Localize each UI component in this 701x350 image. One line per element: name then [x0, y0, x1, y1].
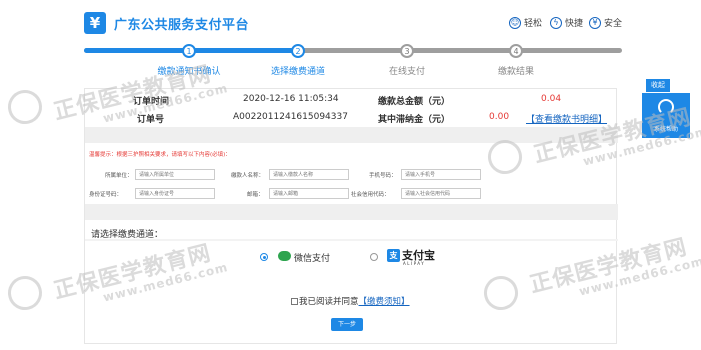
id-number-input[interactable]	[135, 188, 215, 199]
view-notice-link[interactable]: 【查看缴款书明细】	[526, 112, 607, 125]
site-title: 广东公共服务支付平台	[114, 18, 250, 33]
phone-input[interactable]	[401, 169, 481, 180]
order-time-row: 订单时间 2020-12-16 11:05:34 缴款总金额（元） 0.04	[85, 90, 618, 108]
alipay-icon: 支	[387, 249, 400, 262]
headset-icon	[658, 99, 674, 115]
required-notice: 温馨提示：根据三护照相关要求，请填写以下内容(必填)：	[89, 152, 231, 158]
wechat-radio[interactable]	[260, 253, 268, 261]
fee-notice-link[interactable]: 【缴费须知】	[359, 297, 410, 307]
alipay-sub-label: ALIPAY	[403, 261, 426, 266]
step-2-label: 选择缴费通道	[270, 67, 326, 77]
credit-code-input[interactable]	[401, 188, 481, 199]
order-id-value: A0022011241615094337	[233, 112, 348, 122]
system-help-label: 系统帮助	[653, 126, 678, 133]
agreement-text: 我已阅读并同意	[299, 297, 359, 307]
feature-label: 快捷	[565, 19, 584, 29]
order-id-label: 订单号	[137, 115, 165, 125]
divider-band	[85, 204, 618, 220]
total-amount-label: 缴款总金额（元）	[378, 97, 451, 107]
step-3-marker: 3	[400, 44, 414, 58]
site-header: ¥ 广东公共服务支付平台 ☺ 轻松 ϟ 快捷 ¥ 安全	[0, 0, 701, 40]
late-fee-value: 0.00	[489, 112, 510, 122]
payer-name-label: 缴款人名称：	[231, 173, 265, 179]
feature-label: 安全	[604, 19, 623, 29]
order-time-value: 2020-12-16 11:05:34	[243, 94, 339, 104]
step-4-label: 缴款结果	[497, 67, 535, 77]
step-1-label: 缴款通知书确认	[157, 67, 221, 77]
collapse-button[interactable]: 收起	[646, 79, 670, 92]
credit-code-label: 社会信用代码：	[351, 192, 390, 198]
divider-band	[85, 127, 618, 143]
agreement-row: 我已阅读并同意【缴费须知】	[291, 295, 410, 307]
late-fee-label: 其中滞纳金（元）	[378, 115, 451, 125]
wechat-label[interactable]: 微信支付	[294, 251, 330, 264]
order-id-row: 订单号 A0022011241615094337 其中滞纳金（元） 0.00 【…	[85, 108, 618, 126]
divider-line	[85, 239, 618, 241]
system-help-button[interactable]: 系统帮助	[642, 93, 690, 138]
progress-steps: 1 2 3 4 缴款通知书确认 选择缴费通道 在线支付 缴款结果	[84, 44, 622, 77]
step-1-marker: 1	[182, 44, 196, 58]
lightning-icon: ϟ	[550, 16, 562, 29]
phone-label: 手机号码：	[369, 173, 397, 179]
wechat-icon	[278, 251, 291, 261]
feature-safe: ¥ 安全	[589, 16, 622, 29]
email-label: 邮箱：	[247, 192, 264, 198]
total-amount-value: 0.04	[541, 94, 562, 104]
step-2-marker: 2	[291, 44, 305, 58]
unit-label: 所属单位：	[105, 173, 133, 179]
order-time-label: 订单时间	[133, 97, 170, 107]
feature-fast: ϟ 快捷	[550, 16, 583, 29]
next-button[interactable]: 下一步	[331, 318, 363, 331]
step-4-marker: 4	[509, 44, 523, 58]
step-3-label: 在线支付	[388, 67, 426, 77]
shield-yen-icon: ¥	[589, 16, 601, 29]
agreement-checkbox[interactable]	[291, 298, 298, 305]
feature-easy: ☺ 轻松	[509, 16, 542, 29]
smile-icon: ☺	[509, 16, 521, 29]
yen-logo-icon: ¥	[84, 12, 106, 34]
email-input[interactable]	[269, 188, 349, 199]
payment-panel: 订单时间 2020-12-16 11:05:34 缴款总金额（元） 0.04 订…	[84, 88, 618, 344]
payer-name-input[interactable]	[269, 169, 349, 180]
unit-input[interactable]	[135, 169, 215, 180]
alipay-radio[interactable]	[370, 253, 378, 261]
id-number-label: 身份证号码：	[89, 192, 123, 198]
feature-label: 轻松	[524, 19, 543, 29]
watermark-logo	[4, 272, 46, 314]
watermark-logo	[4, 86, 46, 128]
